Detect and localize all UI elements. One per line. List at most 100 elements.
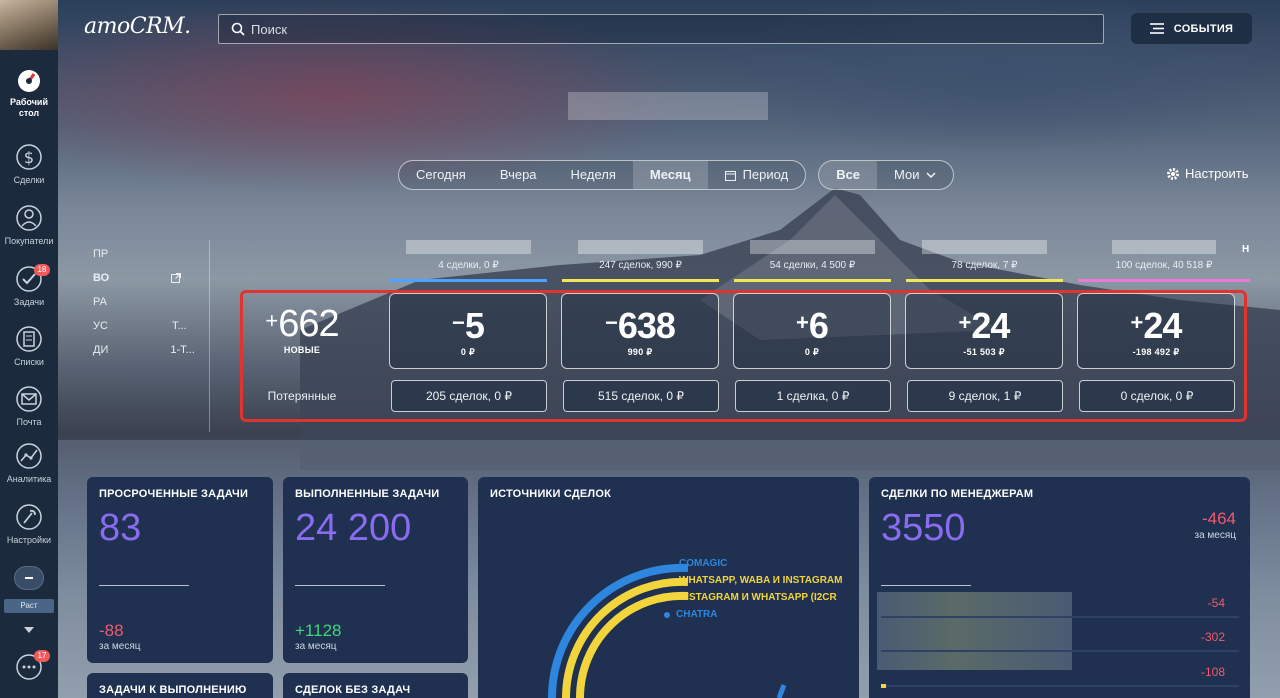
widget-overdue-tasks[interactable]: ПРОСРОЧЕННЫЕ ЗАДАЧИ 83 -88 за месяц (87, 477, 273, 663)
stage-summary: 4 сделки, 0 ₽ (438, 260, 499, 271)
sign: + (958, 310, 972, 335)
stage-header: 4 сделки, 0 ₽ (390, 240, 547, 282)
legend-item[interactable]: INSTAGRAM И WHATSAPP (I2CR (667, 589, 842, 606)
settings-icon (16, 504, 42, 530)
app-logo[interactable]: amoCRM. (84, 14, 191, 39)
sidebar-item-settings[interactable]: Настройки (0, 502, 58, 546)
filter-all[interactable]: Все (819, 161, 878, 189)
widget-value: 83 (99, 507, 142, 549)
widget-delta: -464 (1201, 509, 1236, 528)
chevron-down-icon[interactable] (24, 626, 34, 634)
sidebar-item-customers[interactable]: Покупатели (0, 203, 58, 247)
external-link-icon[interactable] (171, 273, 182, 283)
widget-title: ПРОСРОЧЕННЫЕ ЗАДАЧИ (99, 488, 249, 500)
menu-icon (1149, 23, 1164, 34)
stage-header: 247 сделок, 990 ₽ (562, 240, 719, 282)
blurred-stage-name (749, 240, 876, 254)
stage-summary: 100 сделок, 40 518 ₽ (1115, 260, 1213, 271)
lost-deals-card[interactable]: 1 сделка, 0 ₽ (735, 380, 891, 412)
manager-bar (881, 650, 1239, 652)
sidebar-item-dashboard[interactable]: Рабочий стол (0, 68, 58, 119)
sidebar-item-lists[interactable]: Списки (0, 324, 58, 368)
calendar-icon (724, 170, 736, 181)
pipeline-item-suffix: Т... (171, 320, 187, 332)
stage-card[interactable]: +24 -51 503 ₽ (905, 293, 1063, 369)
sidebar-item-label: Аналитика (6, 474, 52, 484)
lost-deals-card[interactable]: 205 сделок, 0 ₽ (391, 380, 547, 412)
blurred-stage-name (405, 240, 532, 254)
widget-completed-tasks[interactable]: ВЫПОЛНЕННЫЕ ЗАДАЧИ 24 200 +1128 за месяц (283, 477, 468, 663)
stage-card[interactable]: −638 990 ₽ (561, 293, 719, 369)
stage-amount: -51 503 ₽ (963, 347, 1005, 357)
chevron-down-icon (925, 172, 936, 178)
widget-delta: -88 (99, 621, 124, 640)
search-box[interactable] (218, 14, 1104, 44)
legend-item[interactable]: COMAGIC (667, 555, 842, 572)
pipeline-list: ПР ВО РА УС Т... ДИ 1-Т... (93, 248, 195, 368)
pipeline-item-label: ВО (93, 272, 110, 284)
stage-amount: 0 ₽ (460, 347, 476, 357)
widget-deal-sources[interactable]: ИСТОЧНИКИ СДЕЛОК COMAGIC WHATSAPP, WABA … (478, 477, 859, 698)
stage-card[interactable]: +6 0 ₽ (733, 293, 891, 369)
donut-arc-chatra (776, 684, 787, 698)
sidebar: Рабочий стол $ Сделки Покупатели Задачи … (0, 0, 58, 698)
legend-label: WHATSAPP, WABA И INSTAGRAM (679, 575, 843, 586)
pipeline-item-label: УС (93, 320, 108, 332)
settings-link[interactable]: Настроить (1166, 166, 1249, 181)
legend-item[interactable]: CHATRA (664, 606, 842, 623)
stage-color-bar (734, 279, 891, 282)
rest-button[interactable] (14, 566, 44, 590)
widget-title: СДЕЛОК БЕЗ ЗАДАЧ (295, 684, 411, 696)
sidebar-item-analytics[interactable]: Аналитика (0, 441, 58, 485)
widget-deals-by-manager[interactable]: СДЕЛКИ ПО МЕНЕДЖЕРАМ 3550 -464 за месяц … (869, 477, 1250, 698)
manager-bar (881, 684, 1239, 688)
user-avatar[interactable] (0, 0, 58, 50)
dollar-icon: $ (16, 144, 42, 170)
pipeline-item[interactable]: УС Т... (93, 320, 195, 344)
filter-yesterday[interactable]: Вчера (483, 161, 554, 189)
stage-card[interactable]: +24 -198 492 ₽ (1077, 293, 1235, 369)
widget-tasks-todo[interactable]: ЗАДАЧИ К ВЫПОЛНЕНИЮ (87, 673, 273, 698)
sidebar-item-deals[interactable]: $ Сделки (0, 142, 58, 186)
legend-label: COMAGIC (679, 558, 728, 569)
topbar: amoCRM. СОБЫТИЯ (58, 0, 1280, 56)
filter-month[interactable]: Месяц (632, 161, 708, 189)
blurred-title (568, 92, 768, 120)
filter-mine[interactable]: Мои (877, 161, 952, 189)
counter-label: НОВЫЕ (283, 345, 321, 355)
stage-color-bar (1078, 279, 1250, 282)
stage-summary: 78 сделок, 7 ₽ (951, 260, 1018, 271)
search-input[interactable] (251, 21, 1071, 37)
lost-deals-card[interactable]: 0 сделок, 0 ₽ (1079, 380, 1235, 412)
widget-divider (99, 585, 189, 586)
legend-item[interactable]: WHATSAPP, WABA И INSTAGRAM (667, 572, 842, 589)
pipeline-item[interactable]: ПР (93, 248, 195, 272)
new-deals-counter[interactable]: +662 НОВЫЕ (252, 300, 352, 355)
filter-week[interactable]: Неделя (554, 161, 633, 189)
pipeline-item-label: ДИ (93, 344, 109, 356)
sidebar-item-label: Сделки (13, 175, 45, 185)
blurred-stage-name (577, 240, 704, 254)
stage-count: 24 (1143, 305, 1182, 346)
widget-title: ВЫПОЛНЕННЫЕ ЗАДАЧИ (295, 488, 440, 500)
legend-label: CHATRA (676, 609, 718, 620)
stage-card[interactable]: −5 0 ₽ (389, 293, 547, 369)
stage-count: 638 (617, 305, 676, 346)
filter-period[interactable]: Период (708, 161, 806, 189)
lost-deals-card[interactable]: 515 сделок, 0 ₽ (563, 380, 719, 412)
widget-deals-no-tasks[interactable]: СДЕЛОК БЕЗ ЗАДАЧ (283, 673, 468, 698)
sidebar-item-label: Списки (14, 357, 44, 367)
blurred-stage-name (1112, 240, 1216, 254)
sidebar-item-mail[interactable]: Почта (0, 384, 58, 428)
lost-deals-card[interactable]: 9 сделок, 1 ₽ (907, 380, 1063, 412)
events-button[interactable]: СОБЫТИЯ (1131, 13, 1252, 44)
filter-today[interactable]: Сегодня (399, 161, 483, 189)
chat-badge: 17 (34, 650, 50, 662)
stage-count: 5 (464, 305, 485, 346)
analytics-icon (16, 443, 42, 469)
pipeline-item[interactable]: РА (93, 296, 195, 320)
pipeline-item[interactable]: ДИ 1-Т... (93, 344, 195, 368)
lost-label: Потерянные (267, 389, 337, 403)
pipeline-item[interactable]: ВО (93, 272, 195, 296)
sidebar-item-label: Задачи (13, 297, 45, 307)
